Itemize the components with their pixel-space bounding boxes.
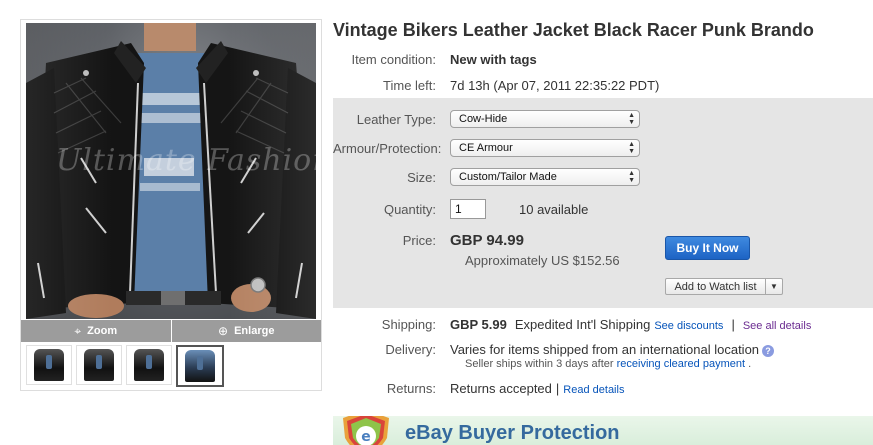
- enlarge-label: Enlarge: [234, 325, 275, 337]
- crosshair-icon: ⌖: [74, 323, 82, 338]
- thumbnail-3[interactable]: [126, 345, 172, 385]
- size-label: Size:: [407, 169, 436, 185]
- delivery-text: Varies for items shipped from an interna…: [450, 342, 760, 357]
- see-discounts-link[interactable]: See discounts: [654, 320, 723, 332]
- zoom-label: Zoom: [87, 325, 118, 337]
- thumbnail-strip: [26, 345, 224, 387]
- buyer-protection-banner[interactable]: e eBay Buyer Protection: [333, 416, 873, 445]
- shipping-row: Shipping: GBP 5.99 Expedited Int'l Shipp…: [333, 317, 812, 332]
- leather-type-row: Leather Type: Cow-Hide ▲ ▼: [333, 110, 640, 128]
- photo-controls: ⌖ Zoom ⊕ Enlarge: [21, 320, 321, 342]
- thumbnail-image: [84, 349, 114, 381]
- quantity-input[interactable]: [450, 199, 486, 219]
- thumbnail-image: [185, 350, 215, 382]
- price-row: Price: GBP 94.99: [333, 232, 524, 249]
- leather-type-label: Leather Type:: [356, 111, 436, 127]
- size-row: Size: Custom/Tailor Made ▲ ▼: [333, 168, 640, 186]
- photo-watermark: Ultimate Fashions: [56, 143, 316, 178]
- time-left-value: 7d 13h (Apr 07, 2011 22:35:22 PDT): [450, 78, 660, 93]
- select-arrows-icon: ▲ ▼: [628, 170, 635, 184]
- shipping-method: Expedited Int'l Shipping: [514, 317, 651, 332]
- select-arrows-icon: ▲ ▼: [628, 112, 635, 126]
- delivery-sub-prefix: Seller ships within 3 days after: [465, 358, 614, 370]
- returns-value: Returns accepted: [450, 381, 552, 396]
- item-condition-value: New with tags: [450, 52, 537, 67]
- cleared-payment-link[interactable]: receiving cleared payment: [617, 358, 745, 370]
- add-to-watch-list-button[interactable]: Add to Watch list ▼: [665, 278, 783, 295]
- svg-text:e: e: [361, 429, 371, 445]
- returns-label: Returns:: [386, 381, 436, 396]
- returns-row: Returns: Returns accepted | Read details: [333, 381, 625, 396]
- buy-it-now-button[interactable]: Buy It Now: [665, 236, 750, 260]
- armour-row: Armour/Protection: CE Armour ▲ ▼: [333, 139, 640, 157]
- size-selected: Custom/Tailor Made: [459, 171, 557, 183]
- zoom-button[interactable]: ⌖ Zoom: [21, 320, 171, 342]
- buyer-protection-shield-icon: e: [343, 416, 389, 445]
- separator: |: [555, 381, 560, 396]
- price-value: GBP 94.99: [450, 232, 524, 249]
- leather-type-select[interactable]: Cow-Hide ▲ ▼: [450, 110, 640, 128]
- thumbnail-4-selected[interactable]: [176, 345, 224, 387]
- help-icon[interactable]: ?: [762, 345, 775, 357]
- magnifier-plus-icon: ⊕: [218, 324, 229, 338]
- price-label: Price:: [402, 233, 436, 248]
- buyer-protection-text: eBay Buyer Protection: [405, 422, 620, 444]
- chevron-down-icon[interactable]: ▼: [766, 282, 782, 291]
- thumbnail-2[interactable]: [76, 345, 122, 385]
- delivery-row: Delivery: Varies for items shipped from …: [333, 342, 775, 357]
- see-all-details-link[interactable]: See all details: [743, 320, 812, 332]
- read-details-link[interactable]: Read details: [563, 384, 624, 396]
- watch-list-label: Add to Watch list: [666, 279, 766, 294]
- listing-title: Vintage Bikers Leather Jacket Black Race…: [333, 20, 814, 40]
- time-left-label: Time left:: [383, 78, 436, 93]
- available-count: 10 available: [519, 201, 589, 217]
- delivery-subtext: Seller ships within 3 days after receivi…: [465, 358, 751, 370]
- thumbnail-image: [134, 349, 164, 381]
- leather-type-selected: Cow-Hide: [459, 113, 508, 125]
- thumbnail-1[interactable]: [26, 345, 72, 385]
- price-approx-usd: Approximately US $152.56: [465, 253, 620, 268]
- armour-select[interactable]: CE Armour ▲ ▼: [450, 139, 640, 157]
- delivery-sub-suffix: .: [748, 358, 752, 370]
- purchase-options-panel: Leather Type: Cow-Hide ▲ ▼ Armour/Protect…: [333, 98, 873, 308]
- separator: |: [731, 317, 735, 332]
- delivery-label: Delivery:: [385, 342, 436, 357]
- thumbnail-image: [34, 349, 64, 381]
- time-left-row: Time left: 7d 13h (Apr 07, 2011 22:35:22…: [333, 78, 659, 93]
- quantity-label: Quantity:: [383, 201, 436, 217]
- item-condition-label: Item condition:: [351, 52, 436, 67]
- select-arrows-icon: ▲ ▼: [628, 141, 635, 155]
- enlarge-button[interactable]: ⊕ Enlarge: [170, 320, 321, 342]
- shipping-cost: GBP 5.99: [450, 317, 507, 332]
- shipping-label: Shipping:: [381, 317, 436, 332]
- main-product-photo[interactable]: Ultimate Fashions: [26, 23, 316, 319]
- image-gallery: Ultimate Fashions ⌖ Zoom ⊕ Enlarge: [20, 19, 322, 391]
- quantity-row: Quantity: 10 available: [333, 199, 588, 219]
- item-condition-row: Item condition: New with tags: [333, 52, 537, 67]
- armour-label: Armour/Protection:: [333, 140, 442, 156]
- armour-selected: CE Armour: [459, 142, 513, 154]
- size-select[interactable]: Custom/Tailor Made ▲ ▼: [450, 168, 640, 186]
